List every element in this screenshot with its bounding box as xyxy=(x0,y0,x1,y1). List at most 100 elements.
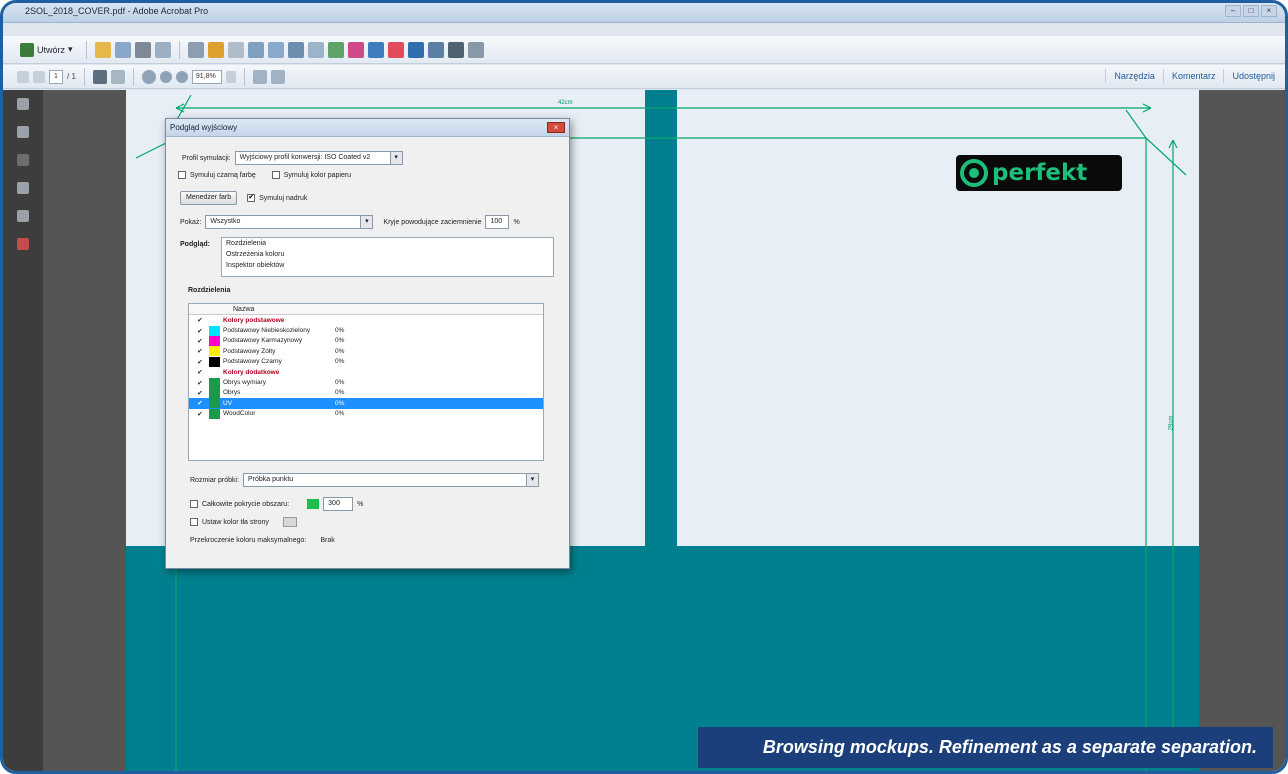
simulate-black-ink-checkbox[interactable] xyxy=(178,171,186,179)
dialog-close-button[interactable]: × xyxy=(547,122,565,133)
preflight-icon[interactable] xyxy=(327,41,344,58)
dialog-title: Podgląd wyjściowy xyxy=(170,123,238,132)
chevron-down-icon: ▾ xyxy=(389,152,402,164)
content-icon[interactable] xyxy=(17,238,29,250)
tab-share[interactable]: Udostępnij xyxy=(1223,69,1283,83)
save-icon[interactable] xyxy=(114,41,131,58)
preview-item-color-warnings[interactable]: Ostrzeżenia koloru xyxy=(222,249,553,260)
preview-item-separations[interactable]: Rozdzielenia xyxy=(222,238,553,249)
next-page-icon[interactable] xyxy=(33,70,45,83)
toolbar-divider xyxy=(178,40,180,59)
fit-page-icon[interactable] xyxy=(270,69,285,84)
link-icon[interactable] xyxy=(307,41,324,58)
separations-rows: ✔ Kolory podstawowe ✔ Podstawowy Niebieskoz… xyxy=(189,315,543,419)
bookmarks-icon[interactable] xyxy=(17,126,29,138)
separation-row[interactable]: ✔ Podstawowy Czarny 0% xyxy=(189,356,543,367)
separation-checkbox[interactable]: ✔ xyxy=(195,410,205,418)
attachments-icon[interactable] xyxy=(17,210,29,222)
ruler-icon[interactable] xyxy=(467,41,484,58)
coverage-unit: % xyxy=(357,500,364,508)
preview-item-object-inspector[interactable]: Inspektor obiektów xyxy=(222,260,553,271)
separation-row[interactable]: ✔ Podstawowy Karmazynowy 0% xyxy=(189,335,543,346)
total-coverage-checkbox[interactable] xyxy=(190,500,198,508)
show-select[interactable]: Wszystko ▾ xyxy=(205,215,374,229)
simulate-overprint-checkbox[interactable]: ✔ xyxy=(247,194,256,202)
prev-page-icon[interactable] xyxy=(17,70,29,83)
page-number-input[interactable]: 1 xyxy=(49,69,63,84)
tab-tools[interactable]: Narzędzia xyxy=(1105,69,1163,83)
show-value: Wszystko xyxy=(210,218,241,225)
separation-row[interactable]: ✔ Obrys wymiary 0% xyxy=(189,377,543,388)
output-preview-dialog: Podgląd wyjściowy × Profil symulacji: Wy… xyxy=(165,118,570,569)
comment-icon[interactable] xyxy=(207,41,224,58)
separation-group-row[interactable]: ✔ Kolory dodatkowe xyxy=(189,367,543,377)
separation-checkbox[interactable]: ✔ xyxy=(195,337,205,345)
close-window-button[interactable]: × xyxy=(1261,5,1277,17)
separation-checkbox[interactable]: ✔ xyxy=(195,368,205,376)
output-preview-icon[interactable] xyxy=(387,41,404,58)
height-dimension-label: 29cm xyxy=(1168,415,1175,431)
hand-tool-icon[interactable] xyxy=(110,69,125,84)
layers-icon[interactable] xyxy=(17,182,29,194)
simulate-paper-label: Symuluj kolor papieru xyxy=(283,171,352,179)
separation-checkbox[interactable]: ✔ xyxy=(195,358,205,366)
coverage-color-swatch[interactable] xyxy=(307,499,320,509)
warn-value-input[interactable]: 100 xyxy=(485,215,510,229)
chevron-down-icon: ▾ xyxy=(526,474,539,486)
page-bg-swatch[interactable] xyxy=(282,517,297,527)
separation-checkbox[interactable]: ✔ xyxy=(195,379,205,387)
zoom-dropdown-icon[interactable] xyxy=(225,70,236,83)
separation-checkbox[interactable]: ✔ xyxy=(195,316,205,324)
crop-icon[interactable] xyxy=(287,41,304,58)
coverage-value-input[interactable]: 300 xyxy=(323,497,354,511)
separation-row[interactable]: ✔ Podstawowy Żółty 0% xyxy=(189,346,543,357)
zoom-icon[interactable] xyxy=(141,69,156,84)
separation-swatch xyxy=(209,346,220,357)
settings-icon[interactable] xyxy=(187,41,204,58)
fit-width-icon[interactable] xyxy=(252,69,267,84)
navigation-toolbar: 1 / 1 91,8% Narzędzia Komentarz Udostępn… xyxy=(3,65,1285,89)
signatures-icon[interactable] xyxy=(17,154,29,166)
simulate-paper-checkbox[interactable] xyxy=(271,171,280,179)
separation-group-row[interactable]: ✔ Kolory podstawowe xyxy=(189,315,543,325)
separation-checkbox[interactable]: ✔ xyxy=(195,347,205,355)
logo-text: perfekt xyxy=(992,160,1088,186)
zoom-in-icon[interactable] xyxy=(175,70,188,83)
email-icon[interactable] xyxy=(154,41,171,58)
select-tool-icon[interactable] xyxy=(92,69,107,84)
trim-icon[interactable] xyxy=(427,41,444,58)
separation-name: Kolory podstawowe xyxy=(223,316,285,324)
create-button[interactable]: Utwórz ▾ xyxy=(15,40,78,60)
preview-list: Rozdzielenia Ostrzeżenia koloru Inspekto… xyxy=(221,237,554,277)
minimize-button[interactable]: – xyxy=(1225,5,1241,17)
separation-checkbox[interactable]: ✔ xyxy=(195,399,205,407)
dialog-title-bar[interactable]: Podgląd wyjściowy × xyxy=(166,119,569,137)
separation-checkbox[interactable]: ✔ xyxy=(195,389,205,397)
sample-size-select[interactable]: Próbka punktu ▾ xyxy=(243,473,540,487)
separation-row[interactable]: ✔ Obrys 0% xyxy=(189,387,543,398)
page-icon[interactable] xyxy=(227,41,244,58)
separation-row[interactable]: ✔ Podstawowy Niebieskozielony 0% xyxy=(189,325,543,336)
page-bg-checkbox[interactable] xyxy=(190,518,198,526)
ink-manager-button[interactable]: Menedżer farb xyxy=(180,191,238,205)
image-tool-icon[interactable] xyxy=(267,41,284,58)
separation-checkbox[interactable]: ✔ xyxy=(195,327,205,335)
ink-icon[interactable] xyxy=(347,41,364,58)
caption-banner: Browsing mockups. Refinement as a separa… xyxy=(698,727,1273,768)
pages-icon[interactable] xyxy=(17,98,29,110)
zoom-select[interactable]: 91,8% xyxy=(191,69,222,84)
separations-icon[interactable] xyxy=(407,41,424,58)
preview-label: Podgląd: xyxy=(180,241,210,248)
separation-row[interactable]: ✔ UV 0% xyxy=(189,398,543,409)
profile-value: Wyjściowy profil konwersji: ISO Coated v… xyxy=(239,154,371,161)
tab-comment[interactable]: Komentarz xyxy=(1162,69,1224,83)
separation-row[interactable]: ✔ WoodColor 0% xyxy=(189,408,543,419)
color-icon[interactable] xyxy=(367,41,384,58)
print-icon[interactable] xyxy=(134,41,151,58)
measure-icon[interactable] xyxy=(447,41,464,58)
text-tool-icon[interactable] xyxy=(247,41,264,58)
maximize-button[interactable]: □ xyxy=(1243,5,1259,17)
zoom-out-icon[interactable] xyxy=(159,70,172,83)
open-folder-icon[interactable] xyxy=(94,41,111,58)
profile-select[interactable]: Wyjściowy profil konwersji: ISO Coated v… xyxy=(234,151,403,165)
